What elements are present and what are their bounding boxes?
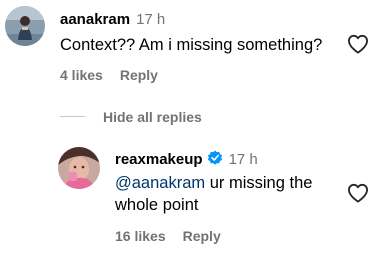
verified-badge-icon [207,150,223,166]
comment2-header: reaxmakeup 17 h [115,150,258,169]
comment1-username[interactable]: aanakram [60,11,130,28]
comment1-likes[interactable]: 4 likes [60,67,103,83]
comment2-reply-button[interactable]: Reply [183,228,221,244]
replies-divider [60,116,85,117]
comment2-time: 17 h [228,151,258,168]
comment2-text-line2: whole point [115,196,199,214]
hide-replies-button[interactable]: Hide all replies [103,109,202,125]
comment2-text: @aanakram ur missing the whole point [115,172,312,216]
comment2-mention-link[interactable]: @aanakram [115,174,205,192]
avatar-reaxmakeup[interactable] [58,147,100,189]
comment-thread: aanakram 17 h Context?? Am i missing some… [0,0,384,262]
comment1-text: Context?? Am i missing something? [60,36,323,54]
comment2-likes[interactable]: 16 likes [115,228,166,244]
avatar-aanakram[interactable] [5,6,45,46]
heart-outline-icon[interactable] [347,183,369,203]
comment1-meta: 4 likes Reply [60,67,158,83]
heart-outline-icon[interactable] [347,34,369,54]
comment1-header: aanakram 17 h [60,11,165,29]
comment2-meta: 16 likes Reply [115,228,221,244]
comment1-time: 17 h [136,11,166,28]
comment2-text-line1: ur missing the [209,174,313,192]
comment2-username[interactable]: reaxmakeup [115,151,203,168]
comment1-reply-button[interactable]: Reply [120,67,158,83]
